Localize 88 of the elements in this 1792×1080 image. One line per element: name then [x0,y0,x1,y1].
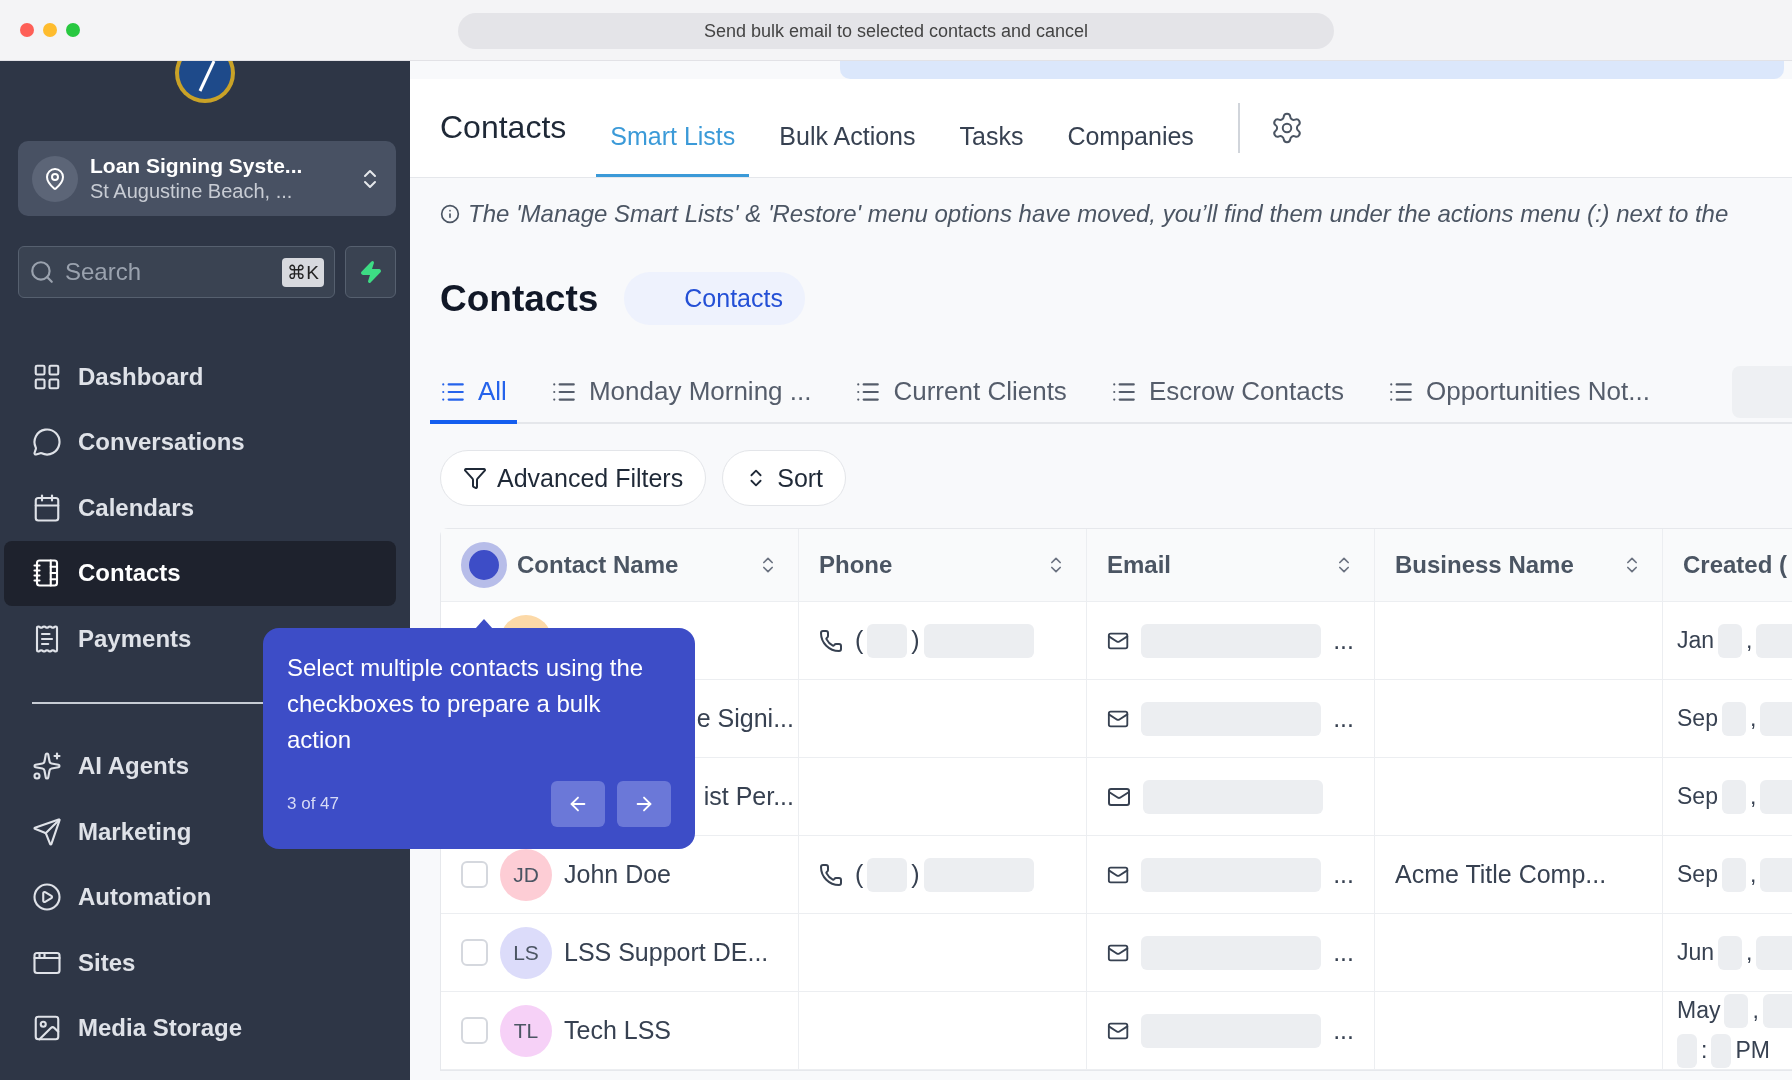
column-header: Phone [819,551,893,579]
header-tab[interactable]: Companies [1053,99,1208,177]
created-date: : [1701,1037,1708,1064]
close-window-button[interactable] [20,23,34,37]
phone-icon [819,862,843,887]
business-name: Acme Title Comp... [1395,860,1607,889]
play-circle-icon [32,882,62,913]
search-field[interactable]: Search ⌘K [18,246,335,298]
step-counter: 3 of 47 [287,794,339,814]
email-text: ... [1333,704,1354,733]
search-input[interactable]: Search [63,257,275,287]
nav-item[interactable]: Automation [4,864,396,930]
avatar: JD [500,848,552,901]
lightning-icon [358,260,383,284]
shortcut-key: ⌘K [282,257,324,287]
phone-text: ( [855,626,864,655]
column-header: Business Name [1395,551,1574,579]
column-header: Email [1107,551,1172,579]
contact-name[interactable]: LSS Support DE... [564,938,769,967]
email-text: ... [1333,1016,1354,1045]
created-date: Jan [1677,627,1715,654]
email-text: ... [1333,938,1354,967]
smart-list-tab[interactable]: All [430,363,517,424]
tour-text: Select multiple contacts using the checkboxes to prepare a bulk action [287,653,645,755]
email-text: ... [1333,626,1354,655]
account-location: St Augustine Beach, ... [90,180,294,203]
filters-button[interactable]: Advanced Filters [440,450,707,506]
created-date: , [1746,939,1753,966]
paper-plane-icon [32,816,62,847]
created-date: , [1749,783,1757,810]
chat-bubble-icon [32,427,62,458]
created-date: , [1749,705,1757,732]
smart-list-tab[interactable]: Opportunities Not... [1377,363,1660,424]
created-date: , [1746,627,1753,654]
contact-name[interactable]: e Signi... [696,704,794,733]
location-pin-icon [43,166,67,191]
avatar: TL [500,1004,552,1057]
contact-name[interactable]: John Doe [564,860,672,889]
row-checkbox[interactable] [461,861,488,888]
column-header: Created ( [1683,551,1788,579]
smart-list-tab[interactable]: Current Clients [845,363,1077,424]
header-tab[interactable]: Bulk Actions [765,99,930,177]
account-switcher[interactable]: Loan Signing Syste... St Augustine Beach, ... [18,141,396,216]
created-date: Jun [1677,939,1715,966]
row-checkbox[interactable] [461,939,488,966]
nav-item[interactable]: Calendars [4,475,396,541]
search-icon [29,259,55,285]
phone-text: ) [911,626,920,655]
nav-item[interactable]: Contacts [4,540,396,606]
section-title: Contacts [440,108,567,146]
email-text: ... [1333,860,1354,889]
sparkles-icon [32,751,62,782]
created-date: Sep [1677,705,1718,732]
contact-name[interactable]: Tech LSS [564,1016,671,1045]
filter-icon [463,466,487,490]
phone-text: ) [911,860,920,889]
created-date: , [1749,861,1757,888]
nav-item[interactable]: Dashboard [4,344,396,410]
window-title: Send bulk email to selected contacts and cancel [458,13,1334,49]
avatar: LS [500,926,552,979]
phone-icon [819,628,843,653]
smart-list-tab[interactable]: Escrow Contacts [1100,363,1354,424]
column-header: Contact Name [517,551,679,579]
info-icon [440,204,460,224]
page-title: Contacts [440,277,599,320]
select-all-checkbox[interactable] [461,542,507,588]
row-checkbox[interactable] [461,1017,488,1044]
sort-button[interactable]: Sort [722,450,847,506]
next-button[interactable] [617,781,671,827]
created-date: , [1752,997,1759,1024]
created-date: May [1677,997,1721,1024]
notice-text: The 'Manage Smart Lists' & 'Restore' menu options have moved, you’ll find them under the actions menu (:) next to the [468,200,1729,228]
contacts-badge: Contacts [624,272,805,325]
contact-name[interactable]: ist Per... [703,782,794,811]
created-date: PM [1735,1037,1770,1064]
quick-action-button[interactable] [345,246,396,298]
calendar-icon [32,492,62,523]
created-date: Sep [1677,861,1718,888]
nav-item[interactable]: Media Storage [4,995,396,1061]
account-name: Loan Signing Syste... [90,154,304,178]
nav-item[interactable]: Sites [4,930,396,996]
phone-text: ( [855,860,864,889]
header-tab[interactable]: Tasks [945,99,1038,177]
smart-list-tab[interactable]: Monday Morning ... [540,363,822,424]
created-date: Sep [1677,783,1718,810]
previous-button[interactable] [551,781,605,827]
nav-item[interactable]: Conversations [4,409,396,475]
maximize-window-button[interactable] [66,23,80,37]
